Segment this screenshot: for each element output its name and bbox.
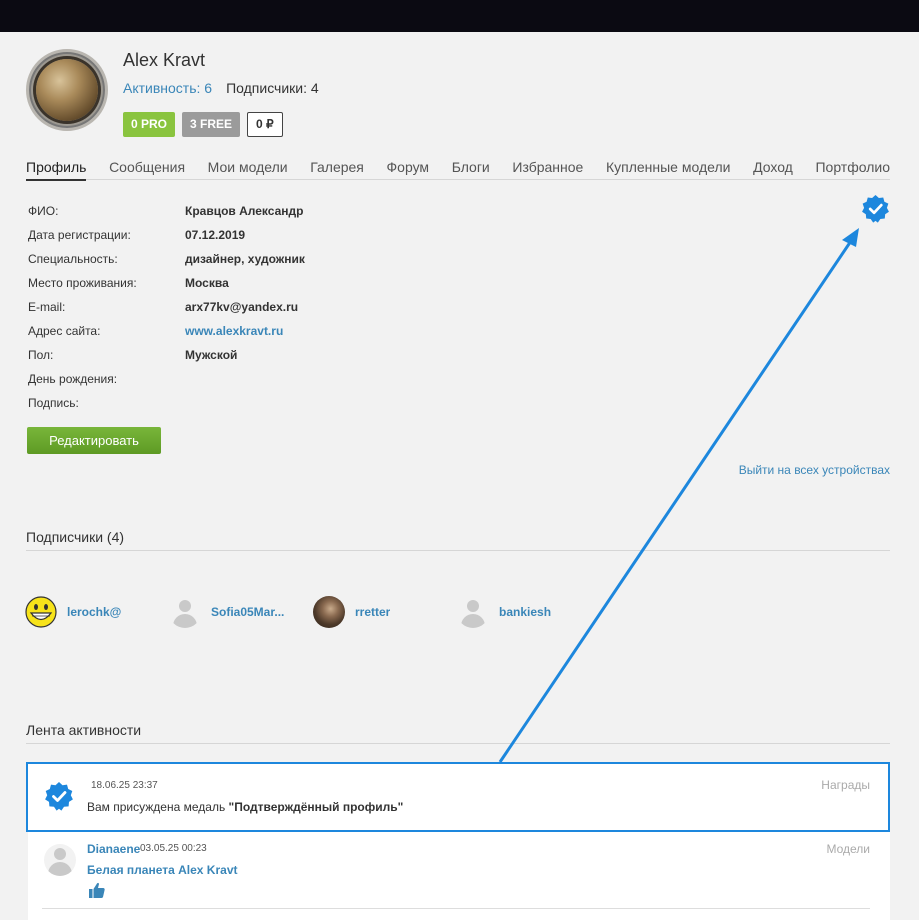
tab-gallery[interactable]: Галерея [310, 158, 364, 180]
feed-message: Вам присуждена медаль "Подтверждённый пр… [87, 800, 404, 814]
info-row-signature: Подпись: [28, 396, 79, 410]
pro-badge[interactable]: 0 PRO [123, 112, 176, 137]
subscriber-item[interactable]: bankiesh [457, 596, 601, 628]
info-row-location: Место проживания: Москва [28, 276, 229, 290]
logout-all-devices-link[interactable]: Выйти на всех устройствах [739, 463, 890, 477]
subscribers-list: lerochk@ Sofia05Mar... rretter bankiesh [25, 596, 601, 628]
feed-user-link[interactable]: Dianaene [87, 842, 140, 856]
verified-badge-icon [862, 194, 889, 223]
subscribers-count: Подписчики: 4 [226, 80, 319, 96]
feed-category: Модели [826, 842, 870, 856]
rub-badge[interactable]: 0 ₽ [247, 112, 283, 137]
profile-stats: Активность: 6 Подписчики: 4 [123, 80, 319, 96]
tab-portfolio[interactable]: Портфолио [815, 158, 890, 180]
divider [42, 908, 870, 909]
feed-date: 18.06.25 23:37 [91, 780, 158, 791]
feed-item-model: Dianaene 03.05.25 00:23 Модели Белая пла… [28, 832, 890, 920]
balance-badges: 0 PRO 3 FREE 0 ₽ [123, 112, 283, 137]
feed-item-award: 18.06.25 23:37 Награды Вам присуждена ме… [26, 762, 890, 832]
feed-date: 03.05.25 00:23 [140, 843, 207, 854]
tab-favorites[interactable]: Избранное [512, 158, 583, 180]
tab-income[interactable]: Доход [753, 158, 793, 180]
tab-blogs[interactable]: Блоги [452, 158, 490, 180]
tab-forum[interactable]: Форум [387, 158, 430, 180]
feed-category: Награды [821, 778, 870, 792]
info-row-birthday: День рождения: [28, 372, 118, 386]
smiley-avatar [25, 596, 57, 628]
tab-purchased-models[interactable]: Купленные модели [606, 158, 730, 180]
default-avatar [457, 596, 489, 628]
info-row-fio: ФИО: Кравцов Александр [28, 204, 304, 218]
info-row-reg-date: Дата регистрации: 07.12.2019 [28, 228, 246, 242]
subscriber-name[interactable]: rretter [355, 605, 390, 619]
subscriber-name[interactable]: lerochk@ [67, 605, 121, 619]
edit-profile-button[interactable]: Редактировать [27, 427, 161, 454]
tab-profile[interactable]: Профиль [26, 158, 87, 181]
tab-my-models[interactable]: Мои модели [208, 158, 288, 180]
website-link[interactable]: www.alexkravt.ru [185, 324, 283, 348]
thumbs-up-icon[interactable] [88, 881, 106, 899]
activity-feed-title: Лента активности [26, 722, 890, 744]
top-bar [0, 0, 919, 32]
feed-model-link[interactable]: Белая планета Alex Kravt [87, 863, 238, 877]
profile-tabs: Профиль Сообщения Мои модели Галерея Фор… [26, 158, 890, 181]
subscriber-name[interactable]: Sofia05Mar... [211, 605, 284, 619]
profile-name: Alex Kravt [123, 50, 206, 70]
info-row-website: Адрес сайта: www.alexkravt.ru [28, 324, 305, 348]
default-avatar [169, 596, 201, 628]
free-badge[interactable]: 3 FREE [182, 112, 241, 137]
subscriber-name[interactable]: bankiesh [499, 605, 551, 619]
subscriber-item[interactable]: Sofia05Mar... [169, 596, 313, 628]
default-avatar [44, 844, 76, 876]
photo-avatar [313, 596, 345, 628]
verified-badge-icon [45, 782, 73, 811]
tab-messages[interactable]: Сообщения [109, 158, 185, 180]
profile-info: ФИО: Кравцов Александр Дата регистрации:… [28, 204, 305, 420]
subscribers-section-title: Подписчики (4) [26, 529, 890, 551]
subscriber-item[interactable]: lerochk@ [25, 596, 169, 628]
profile-avatar [26, 49, 108, 131]
info-row-email: E-mail: arx77kv@yandex.ru [28, 300, 299, 314]
info-row-gender: Пол: Мужской [28, 348, 238, 362]
info-row-specialty: Специальность: дизайнер, художник [28, 252, 305, 266]
subscriber-item[interactable]: rretter [313, 596, 457, 628]
activity-link[interactable]: Активность: 6 [123, 80, 212, 96]
